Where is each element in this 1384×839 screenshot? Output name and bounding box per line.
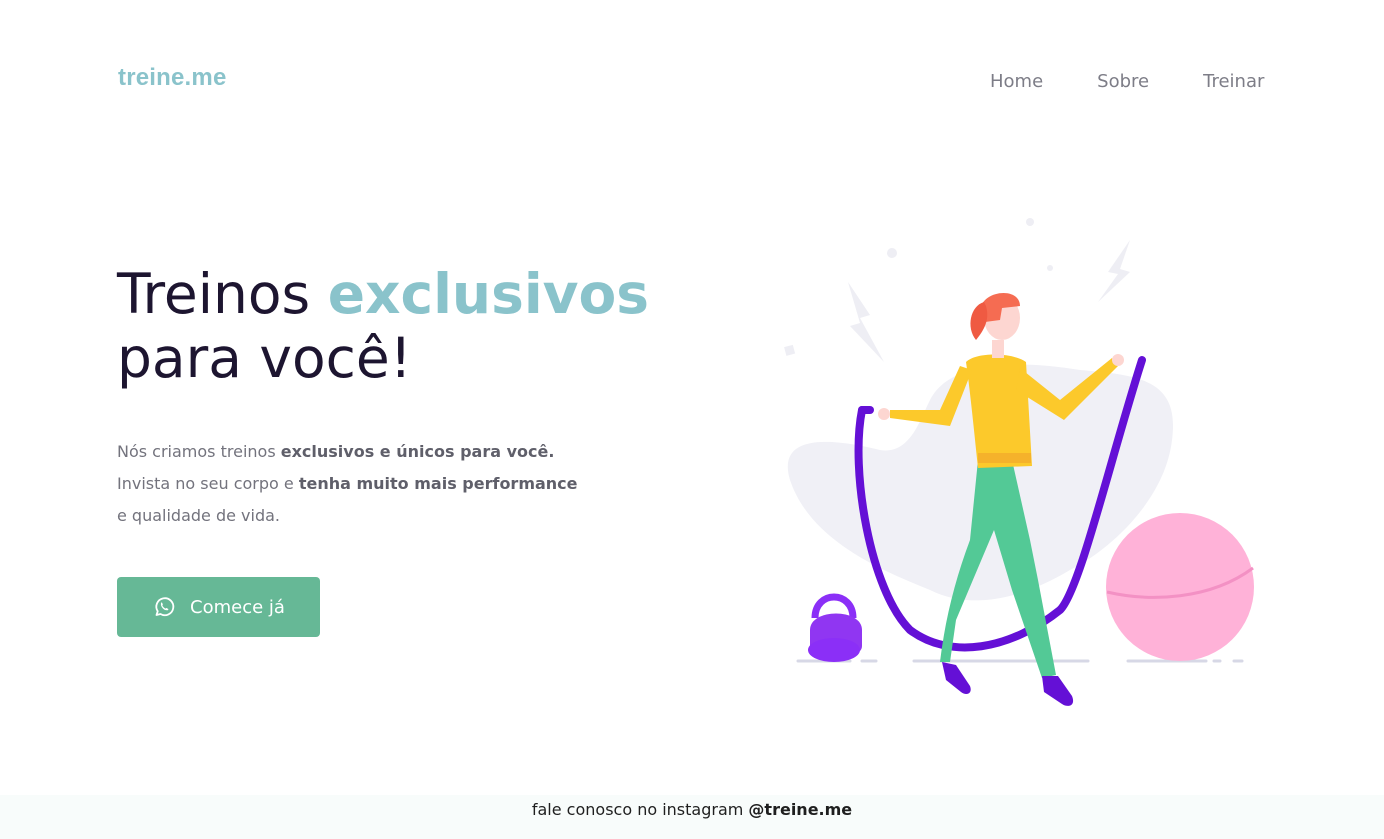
hero-text-b1: exclusivos e únicos para você. xyxy=(280,442,555,461)
logo[interactable]: treine.me xyxy=(118,64,227,92)
footer: fale conosco no instagram @treine.me xyxy=(0,795,1384,839)
main-nav: Home Sobre Treinar xyxy=(990,71,1264,92)
hero-text-p3: e qualidade de vida. xyxy=(117,506,281,525)
hero-title-accent: exclusivos xyxy=(327,262,650,326)
hero-text-p2: Invista no seu corpo e xyxy=(117,474,299,493)
instagram-handle-link[interactable]: @treine.me xyxy=(748,800,852,819)
hero-illustration xyxy=(780,210,1270,725)
start-now-button[interactable]: Comece já xyxy=(117,577,320,637)
hero-title-part1: Treinos xyxy=(117,262,328,326)
start-now-label: Comece já xyxy=(190,596,285,618)
hero-text-b2: tenha muito mais performance xyxy=(298,474,578,493)
nav-treinar[interactable]: Treinar xyxy=(1203,71,1264,92)
nav-sobre[interactable]: Sobre xyxy=(1097,71,1149,92)
hero-title: Treinos exclusivos para você! xyxy=(117,262,757,390)
hero-description: Nós criamos treinos exclusivos e únicos … xyxy=(117,436,587,532)
hero-text-p1: Nós criamos treinos xyxy=(117,442,281,461)
nav-home[interactable]: Home xyxy=(990,71,1043,92)
footer-text: fale conosco no instagram xyxy=(531,800,749,819)
whatsapp-icon xyxy=(152,595,176,619)
hero-title-part2: para você! xyxy=(117,326,412,390)
